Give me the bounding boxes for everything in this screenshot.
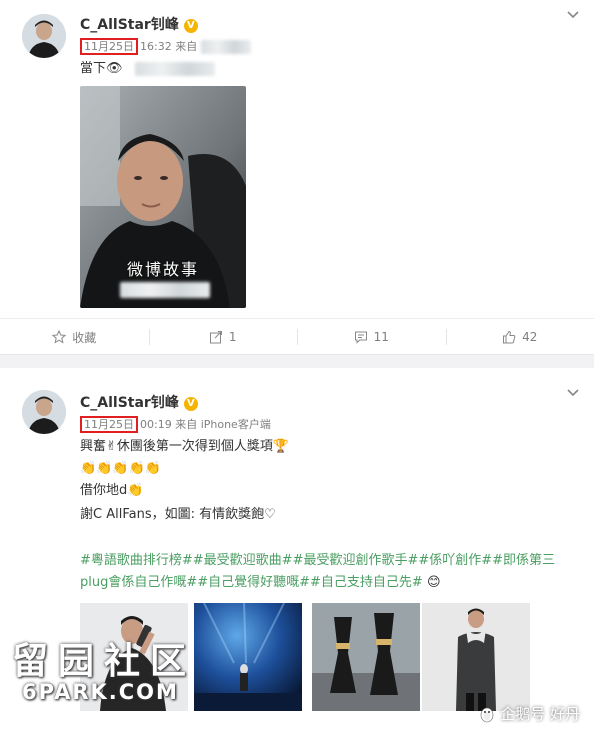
blurred-source <box>200 40 251 54</box>
hashtags-line-2-wrap: plug會係自己作嘅##自己覺得好聽嘅##自己支持自己先# 😊 <box>80 572 441 594</box>
username-text[interactable]: C_AllStar钊峰 <box>80 395 179 411</box>
thumbs-up-icon <box>503 330 516 344</box>
penguin-icon <box>480 707 494 722</box>
photo-thumbnail-3[interactable] <box>312 603 420 711</box>
avatar[interactable] <box>22 14 66 58</box>
post-source[interactable]: 来自 iPhone客户端 <box>175 418 271 431</box>
username-text[interactable]: C_AllStar钊峰 <box>80 17 179 33</box>
verified-badge-icon: V <box>183 19 198 33</box>
blurred-mention <box>134 61 215 76</box>
post-line-4: 謝C AllFans，如圖: 有情飲獎飽♡ <box>80 507 276 522</box>
platform-watermark-text: 企鹅号 好丹 <box>500 705 580 723</box>
photo-watermark: 微博故事 <box>126 260 199 279</box>
share-icon <box>209 331 222 344</box>
username[interactable]: C_AllStar钊峰 V <box>80 14 198 34</box>
like-button[interactable]: 42 <box>445 319 594 355</box>
verified-badge-icon: V <box>183 397 198 411</box>
post-source-prefix: 来自 <box>175 40 198 53</box>
post-content: 當下👁 <box>80 58 215 80</box>
star-icon <box>52 330 67 344</box>
photo-thumbnail-2[interactable] <box>194 603 302 711</box>
chevron-down-icon[interactable] <box>566 386 580 400</box>
post-date[interactable]: 11月25日 <box>80 416 138 433</box>
comment-count: 11 <box>373 330 389 344</box>
chevron-down-icon[interactable] <box>566 8 580 22</box>
post-line-1: 興奮✌休團後第一次得到個人獎項🏆 <box>80 439 290 454</box>
weibo-post-1: C_AllStar钊峰 V 11月25日 16:32 来自 當下👁 微博故事 收藏 … <box>0 0 594 355</box>
post-meta: 11月25日 16:32 来自 <box>80 38 251 55</box>
post-line-3: 借你地d👏 <box>80 483 144 498</box>
hashtags-line-1[interactable]: #粵語歌曲排行榜##最受歡迎歌曲##最受歡迎創作歌手##係吖創作##即係第三 <box>80 550 555 572</box>
hashtags-line-2[interactable]: plug會係自己作嘅##自己覺得好聽嘅##自己支持自己先# <box>80 575 423 590</box>
site-watermark-cn: 留园社区 <box>12 640 197 682</box>
post-photo[interactable]: 微博故事 <box>80 86 246 308</box>
username[interactable]: C_AllStar钊峰 V <box>80 392 198 412</box>
blurred-photo-caption <box>120 282 210 298</box>
site-watermark-en: 6PARK.COM <box>22 680 179 704</box>
platform-watermark: 企鹅号 好丹 <box>478 703 580 724</box>
smile-emoji: 😊 <box>426 575 441 590</box>
photo-thumbnail-4[interactable] <box>422 603 530 711</box>
post-line-2: 👏👏👏👏👏 <box>80 461 161 476</box>
post-meta: 11月25日 00:19 来自 iPhone客户端 <box>80 416 271 433</box>
collect-button[interactable]: 收藏 <box>0 319 149 355</box>
comment-button[interactable]: 11 <box>297 319 446 355</box>
avatar[interactable] <box>22 390 66 434</box>
comment-icon <box>354 331 367 344</box>
action-bar: 收藏 1 11 42 <box>0 318 594 355</box>
share-button[interactable]: 1 <box>148 319 298 355</box>
collect-label: 收藏 <box>72 330 97 345</box>
post-date[interactable]: 11月25日 <box>80 38 138 55</box>
like-count: 42 <box>522 330 538 344</box>
post-time: 16:32 <box>140 40 172 53</box>
share-count: 1 <box>228 330 237 344</box>
post-text: 當下👁 <box>80 61 123 76</box>
post-time: 00:19 <box>140 418 172 431</box>
